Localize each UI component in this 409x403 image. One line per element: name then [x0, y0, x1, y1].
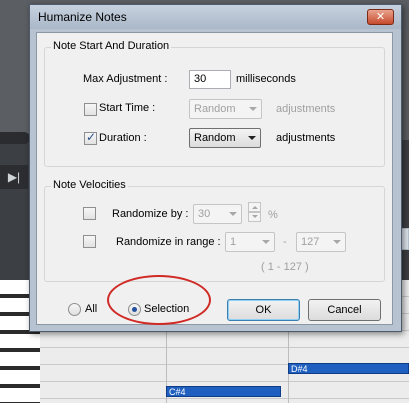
max-adjustment-label: Max Adjustment :: [83, 73, 168, 85]
randomize-by-select[interactable]: 30: [193, 204, 242, 224]
chevron-down-icon: [333, 240, 341, 244]
cancel-button[interactable]: Cancel: [308, 299, 381, 321]
range-high-select[interactable]: 127: [296, 232, 346, 252]
duration-mode-select[interactable]: Random: [189, 128, 261, 148]
randomize-by-checkbox[interactable]: [83, 207, 96, 220]
randomize-by-spinner[interactable]: [248, 202, 261, 222]
max-adjustment-unit: milliseconds: [236, 73, 296, 85]
scope-all-radio[interactable]: [68, 303, 81, 316]
note-start-group-label: Note Start And Duration: [51, 40, 172, 52]
start-time-unit: adjustments: [276, 103, 336, 115]
start-time-checkbox[interactable]: [84, 103, 97, 116]
randomize-by-value: 30: [198, 208, 211, 220]
dialog-client-area: Note Start And Duration Max Adjustment :…: [36, 32, 393, 325]
randomize-by-label: Randomize by :: [112, 208, 189, 220]
range-low-value: 1: [230, 236, 237, 248]
chevron-down-icon: [249, 107, 257, 111]
start-time-mode-value: Random: [194, 103, 236, 115]
play-to-end-icon[interactable]: ▶|: [0, 165, 28, 189]
range-hint: ( 1 - 127 ): [261, 261, 309, 273]
ok-button[interactable]: OK: [227, 299, 300, 321]
duration-checkbox[interactable]: ✓: [84, 130, 97, 145]
midi-note-d4sharp[interactable]: D#4: [288, 363, 409, 374]
range-dash: -: [283, 236, 287, 248]
note-velocities-group-label: Note Velocities: [51, 179, 128, 191]
duration-mode-value: Random: [194, 132, 236, 144]
range-high-value: 127: [301, 236, 320, 248]
start-time-mode-select[interactable]: Random: [189, 99, 262, 119]
annotation-circle: [107, 275, 211, 325]
close-button[interactable]: ✕: [367, 9, 394, 25]
humanize-notes-dialog: Humanize Notes ✕ Note Start And Duration…: [29, 4, 402, 332]
randomize-range-checkbox[interactable]: [83, 235, 96, 248]
dialog-title: Humanize Notes: [38, 10, 127, 24]
spin-down-icon[interactable]: [248, 212, 261, 222]
dialog-titlebar[interactable]: Humanize Notes ✕: [30, 5, 401, 29]
range-low-select[interactable]: 1: [225, 232, 275, 252]
randomize-by-unit: %: [268, 209, 278, 221]
note-velocities-group: Note Velocities Randomize by : 30 % Rand…: [44, 179, 385, 282]
chevron-down-icon: [248, 136, 256, 140]
daw-knob[interactable]: [0, 132, 30, 144]
start-time-label: Start Time :: [99, 102, 156, 114]
midi-note-c4sharp[interactable]: C#4: [166, 386, 281, 397]
scope-all-label: All: [85, 303, 98, 315]
note-start-group: Note Start And Duration Max Adjustment :…: [44, 40, 385, 167]
chevron-down-icon: [229, 212, 237, 216]
duration-unit: adjustments: [276, 132, 336, 144]
duration-label: Duration :: [99, 132, 147, 144]
checkmark-icon: ✓: [86, 130, 97, 144]
max-adjustment-input[interactable]: 30: [189, 70, 231, 89]
chevron-down-icon: [262, 240, 270, 244]
randomize-range-label: Randomize in range :: [116, 236, 221, 248]
spin-up-icon[interactable]: [248, 202, 261, 212]
